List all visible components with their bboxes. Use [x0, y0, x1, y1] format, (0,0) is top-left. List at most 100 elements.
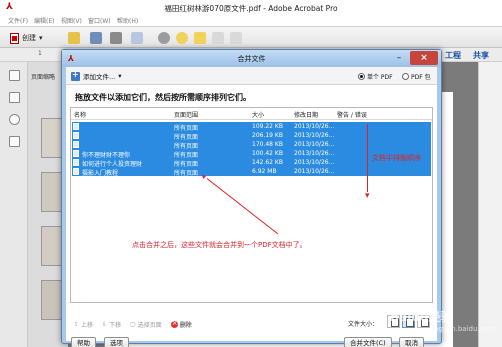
pages-icon: ▢	[130, 321, 136, 328]
attachments-icon[interactable]	[9, 114, 20, 125]
file-modified: 2013/10/26...	[294, 132, 335, 139]
column-header-size[interactable]: 大小	[252, 110, 264, 119]
file-size: 206.19 KB	[252, 132, 283, 139]
annotation-sort-note: 文档中排版顺序	[372, 154, 421, 162]
option-single-pdf[interactable]: 单个 PDF	[358, 72, 393, 81]
option-single-pdf-label: 单个 PDF	[367, 74, 393, 81]
option-pdf-portfolio[interactable]: PDF 包	[402, 72, 431, 81]
main-toolbar: 创建 ▾	[0, 26, 502, 48]
annotation-arrow-line	[206, 178, 279, 235]
file-name: 摄影入门教程	[82, 170, 119, 177]
dialog-toolbar: 添加文件... ▾ 单个 PDF PDF 包	[66, 67, 437, 85]
minimize-button[interactable]: –	[390, 51, 408, 65]
move-up-label: 上移	[81, 322, 94, 329]
annotation-vertical-line	[367, 124, 368, 192]
combine-files-dialog: ⅄ 合并文件 – × 添加文件... ▾ 单个 PDF PDF 包 拖放文件以添…	[61, 49, 442, 347]
remove-label: 删除	[179, 322, 192, 329]
page-number[interactable]: 1	[38, 50, 42, 57]
file-size: 6.92 MB	[252, 168, 277, 175]
open-folder-icon[interactable]	[68, 32, 80, 44]
comment-icon[interactable]	[176, 32, 188, 44]
file-list-table[interactable]: 名称 页面范围 大小 修改日期 警告 / 错误 所有页面 109.22 KB 2…	[70, 107, 433, 303]
thumbnail-pane-label: 页面缩略	[31, 74, 56, 81]
file-icon	[73, 168, 79, 175]
file-size: 100.42 KB	[252, 150, 283, 157]
app-title: 福田红树林游070原文件.pdf - Adobe Acrobat Pro	[164, 4, 338, 13]
table-row[interactable]: 所有页面 206.19 KB 2013/10/26...	[72, 131, 431, 141]
signatures-icon[interactable]	[9, 136, 20, 147]
option-pdf-portfolio-label: PDF 包	[411, 74, 431, 81]
move-up-button[interactable]: ⇧ 上移	[74, 320, 93, 329]
menu-edit[interactable]: 编辑(E)	[34, 16, 54, 25]
dialog-body: 添加文件... ▾ 单个 PDF PDF 包 拖放文件以添加它们，然后按所需顺序…	[66, 67, 437, 347]
help-button[interactable]: 帮助	[71, 337, 96, 347]
dialog-title: 合并文件	[237, 55, 266, 63]
add-files-label: 添加文件...	[83, 73, 116, 81]
file-size: 142.62 KB	[252, 159, 283, 166]
move-down-button[interactable]: ⇩ 下移	[102, 320, 121, 329]
bookmarks-icon[interactable]	[9, 92, 20, 103]
menu-window[interactable]: 窗口(W)	[88, 16, 111, 25]
file-size: 109.22 KB	[252, 123, 283, 130]
move-down-label: 下移	[109, 322, 122, 329]
menu-help[interactable]: 帮助(H)	[117, 16, 138, 25]
column-header-warnings[interactable]: 警告 / 错误	[337, 110, 367, 119]
navigation-pane	[0, 62, 28, 347]
table-row[interactable]: 摄影入门教程 所有页面 6.92 MB 2013/10/26...	[72, 167, 431, 177]
table-row[interactable]: 所有页面 170.48 KB 2013/10/26...	[72, 140, 431, 150]
highlight-icon[interactable]	[194, 32, 206, 44]
print-icon[interactable]	[110, 32, 122, 44]
file-modified: 2013/10/26...	[294, 159, 335, 166]
watermark-subtext: jingyan.baidu.com	[430, 325, 495, 333]
create-pdf-icon	[10, 32, 19, 44]
dialog-titlebar: ⅄ 合并文件 – ×	[62, 50, 441, 67]
menu-file[interactable]: 文件(F)	[8, 16, 28, 25]
add-file-icon	[71, 70, 80, 81]
tools-pane-button[interactable]: 工程	[445, 50, 461, 61]
radio-selected-icon	[358, 73, 365, 80]
file-modified: 2013/10/26...	[294, 141, 335, 148]
watermark-text: Baidu经验	[390, 310, 453, 324]
file-icon	[73, 159, 79, 166]
share-pane-button[interactable]: 共享	[473, 50, 489, 61]
table-header-divider	[71, 119, 432, 120]
column-header-page-range[interactable]: 页面范围	[174, 110, 198, 119]
chevron-down-icon: ▾	[118, 72, 122, 80]
attach-icon[interactable]	[212, 32, 224, 44]
column-header-modified[interactable]: 修改日期	[294, 110, 318, 119]
cancel-button[interactable]: 取消	[399, 337, 424, 347]
table-row[interactable]: 所有页面 109.22 KB 2013/10/26...	[72, 122, 431, 132]
create-button[interactable]: 创建 ▾	[10, 31, 43, 45]
choose-pages-button[interactable]: ▢ 选择页面	[130, 320, 162, 329]
gear-icon[interactable]	[158, 32, 170, 44]
combine-files-button[interactable]: 合并文件(C)	[344, 337, 392, 347]
instructions-text: 拖放文件以添加它们，然后按所需顺序排列它们。	[75, 93, 251, 102]
add-files-button[interactable]: 添加文件... ▾	[71, 70, 122, 81]
column-header-name[interactable]: 名称	[74, 110, 86, 119]
file-size: 170.48 KB	[252, 141, 283, 148]
stamp-icon[interactable]	[230, 32, 242, 44]
menu-view[interactable]: 视图(V)	[61, 16, 82, 25]
email-icon[interactable]	[131, 32, 143, 44]
annotation-merge-note: 点击合并之后，这些文件就会合并到一个PDF文档中了。	[132, 241, 307, 249]
page-thumbnails-icon[interactable]	[9, 70, 20, 81]
save-icon[interactable]	[90, 32, 102, 44]
choose-pages-label: 选择页面	[137, 322, 162, 329]
arrow-up-icon: ⇧	[74, 321, 80, 328]
close-button[interactable]: ×	[410, 51, 438, 65]
options-button[interactable]: 选项	[104, 337, 129, 347]
app-titlebar: ⅄ 福田红树林游070原文件.pdf - Adobe Acrobat Pro	[0, 0, 502, 14]
remove-icon	[170, 319, 178, 328]
table-actions: ⇧ 上移 ⇩ 下移 ▢ 选择页面 删除	[74, 319, 192, 329]
file-icon	[73, 132, 79, 139]
file-icon	[73, 141, 79, 148]
radio-unselected-icon	[402, 73, 409, 80]
file-modified: 2013/10/26...	[294, 168, 335, 175]
chevron-down-icon: ▾	[39, 34, 43, 42]
file-modified: 2013/10/26...	[294, 123, 335, 130]
arrow-down-icon: ⇩	[102, 321, 108, 328]
remove-button[interactable]: 删除	[170, 319, 192, 329]
create-label: 创建	[22, 34, 36, 42]
right-pane-strip	[478, 62, 502, 347]
file-page-range: 所有页面	[174, 170, 199, 177]
